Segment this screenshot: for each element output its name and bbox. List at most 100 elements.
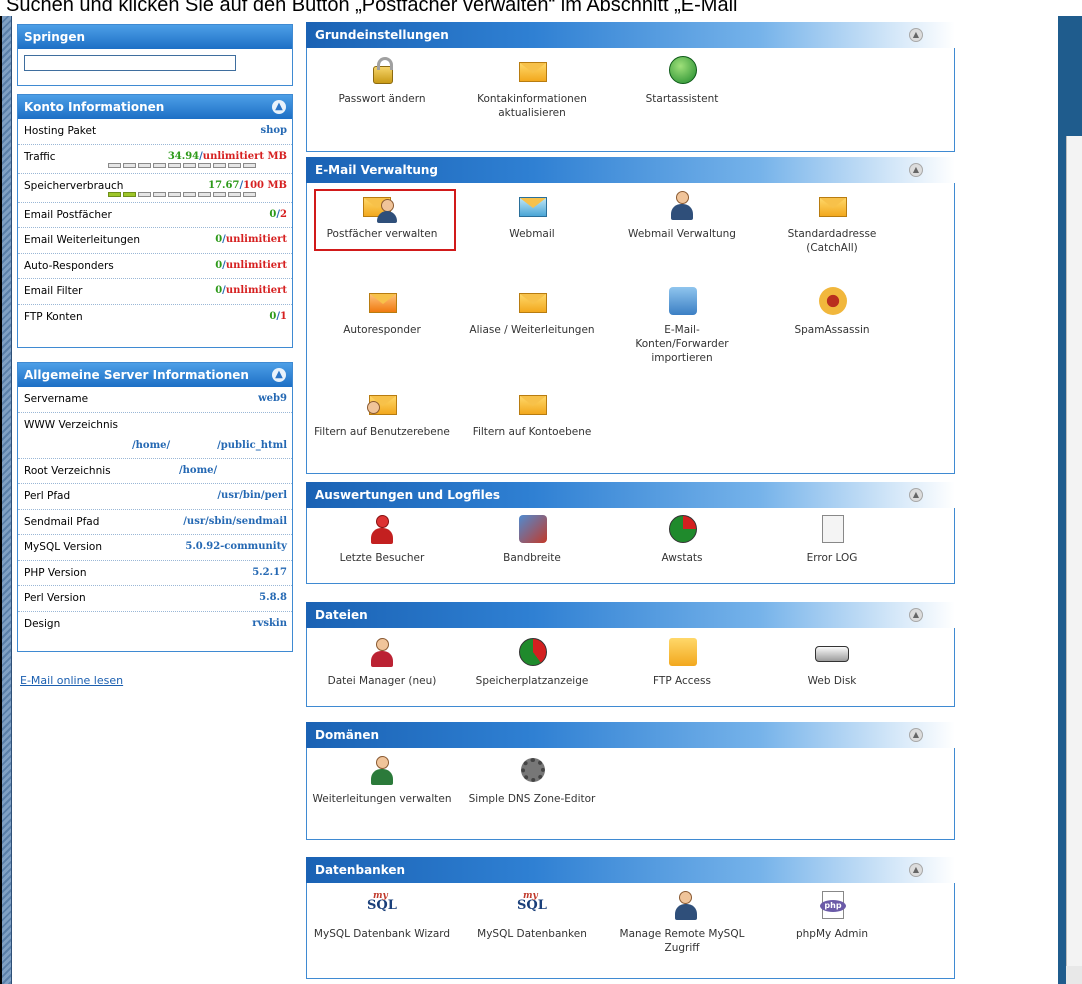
row-value: 0/unlimitiert [215, 259, 287, 271]
web-disk-button[interactable]: Web Disk [761, 636, 903, 688]
row-value: /home/ [179, 464, 218, 476]
scrollbar-end[interactable] [1066, 966, 1082, 984]
simple-dns-zone-editor-button[interactable]: Simple DNS Zone-Editor [461, 754, 603, 806]
collapse-up-icon[interactable]: ▲ [272, 368, 286, 382]
disk-drive-icon [813, 636, 851, 670]
ftp-access-button[interactable]: FTP Access [611, 636, 753, 688]
autoresponder-button[interactable]: Autoresponder [311, 285, 453, 337]
collapse-up-icon[interactable]: ▲ [272, 100, 286, 114]
panel-body: Letzte Besucher Bandbreite Awstats Error… [306, 508, 955, 584]
row-label: Design [24, 617, 61, 630]
server-row-php: PHP Version 5.2.17 [18, 561, 292, 586]
panel-header[interactable]: E-Mail Verwaltung ▲ [306, 157, 955, 183]
collapse-up-icon[interactable]: ▲ [909, 728, 923, 742]
visitor-icon [363, 513, 401, 547]
speicherplatzanzeige-button[interactable]: Speicherplatzanzeige [461, 636, 603, 688]
awstats-button[interactable]: Awstats [611, 513, 753, 565]
warning-page-icon [813, 513, 851, 547]
row-label: PHP Version [24, 566, 87, 579]
collapse-up-icon[interactable]: ▲ [909, 863, 923, 877]
server-informationen-header[interactable]: Allgemeine Server Informationen ▲ [18, 363, 292, 387]
row-value: rvskin [252, 617, 287, 629]
springen-input[interactable] [24, 55, 236, 71]
kontakinformationen-button[interactable]: Kontakinformationen aktualisieren [461, 54, 603, 120]
email-online-lesen-link[interactable]: E-Mail online lesen [20, 674, 123, 687]
row-label: Email Weiterleitungen [24, 234, 141, 246]
manage-remote-mysql-button[interactable]: Manage Remote MySQL Zugriff [611, 889, 753, 955]
spamassassin-button[interactable]: SpamAssassin [761, 285, 903, 337]
mysql-wizard-icon: my SQL [367, 891, 397, 913]
row-label: Traffic [24, 150, 56, 163]
row-label: Email Filter [24, 285, 83, 297]
konto-row-traffic: Traffic 34.94/unlimitiert MB [18, 145, 292, 174]
panel-header[interactable]: Dateien ▲ [306, 602, 955, 628]
instruction-caption: Suchen und klicken Sie auf den Button „P… [6, 0, 738, 16]
panel-grundeinstellungen: Grundeinstellungen ▲ Passwort ändern Kont… [306, 22, 955, 152]
panel-header[interactable]: Domänen ▲ [306, 722, 955, 748]
konto-row-speicher: Speicherverbrauch 17.67/100 MB [18, 174, 292, 203]
row-value-home: /home/ [132, 439, 171, 451]
traffic-usage-bar [108, 162, 256, 168]
panel-title: Domänen [315, 728, 380, 742]
datei-manager-button[interactable]: Datei Manager (neu) [311, 636, 453, 688]
server-row-perl-version: Perl Version 5.8.8 [18, 586, 292, 612]
arrow-circle-icon [663, 54, 701, 88]
mysql-datenbank-wizard-button[interactable]: my SQL MySQL Datenbank Wizard [311, 889, 453, 941]
konto-informationen-header[interactable]: Konto Informationen ▲ [18, 95, 292, 119]
webmail-verwaltung-button[interactable]: Webmail Verwaltung [611, 189, 753, 241]
spamassassin-icon [813, 285, 851, 319]
panel-domaenen: Domänen ▲ Weiterleitungen verwalten Simpl… [306, 722, 955, 840]
email-konten-importieren-button[interactable]: E-Mail-Konten/Forwarder importieren [611, 285, 753, 365]
phpmyadmin-button[interactable]: php phpMy Admin [761, 889, 903, 941]
filtern-benutzerebene-button[interactable]: Filtern auf Benutzerebene [311, 387, 453, 439]
user-filter-icon [363, 387, 401, 421]
weiterleitungen-verwalten-button[interactable]: Weiterleitungen verwalten [311, 754, 453, 806]
row-value: 5.8.8 [259, 592, 287, 603]
panel-header[interactable]: Auswertungen und Logfiles ▲ [306, 482, 955, 508]
collapse-up-icon[interactable]: ▲ [909, 28, 923, 42]
panel-title: Dateien [315, 608, 368, 622]
error-log-button[interactable]: Error LOG [761, 513, 903, 565]
file-manager-icon [363, 636, 401, 670]
bandbreite-button[interactable]: Bandbreite [461, 513, 603, 565]
panel-body: Weiterleitungen verwalten Simple DNS Zon… [306, 748, 955, 840]
mysql-datenbanken-button[interactable]: my SQL MySQL Datenbanken [461, 889, 603, 941]
ftp-folder-icon [663, 636, 701, 670]
startassistent-button[interactable]: Startassistent [611, 54, 753, 106]
konto-row-ftp: FTP Konten 0/1 [18, 305, 292, 331]
panel-header[interactable]: Datenbanken ▲ [306, 857, 955, 883]
passwort-aendern-button[interactable]: Passwort ändern [311, 54, 453, 106]
collapse-up-icon[interactable]: ▲ [909, 488, 923, 502]
webmail-button[interactable]: Webmail [461, 189, 603, 241]
row-value: /usr/sbin/sendmail [183, 515, 287, 527]
aliase-weiterleitungen-button[interactable]: Aliase / Weiterleitungen [461, 285, 603, 337]
collapse-up-icon[interactable]: ▲ [909, 608, 923, 622]
panel-title: Datenbanken [315, 863, 406, 877]
konto-informationen-title: Konto Informationen [24, 100, 165, 114]
catchall-icon [813, 189, 851, 223]
standardadresse-button[interactable]: Standardadresse (CatchAll) [761, 189, 903, 255]
disk-usage-icon [513, 636, 551, 670]
row-value: /usr/bin/perl [217, 490, 287, 501]
server-row-design: Design rvskin [18, 612, 292, 638]
redirect-icon [363, 754, 401, 788]
server-row-mysql: MySQL Version 5.0.92-community [18, 535, 292, 561]
vertical-scrollbar[interactable] [1066, 136, 1082, 984]
row-label: Root Verzeichnis [24, 464, 111, 477]
konto-row-autoresponders: Auto-Responders 0/unlimitiert [18, 254, 292, 279]
row-label: Hosting Paket [24, 125, 97, 137]
webmail-user-icon [663, 189, 701, 223]
letzte-besucher-button[interactable]: Letzte Besucher [311, 513, 453, 565]
row-value: 0/1 [269, 310, 287, 322]
row-label: Perl Pfad [24, 490, 71, 502]
server-row-perl-pfad: Perl Pfad /usr/bin/perl [18, 484, 292, 510]
row-value: 34.94/unlimitiert MB [167, 150, 287, 162]
collapse-up-icon[interactable]: ▲ [909, 163, 923, 177]
filtern-kontoebene-button[interactable]: Filtern auf Kontoebene [461, 387, 603, 439]
server-row-root: Root Verzeichnis /home/ [18, 459, 292, 484]
row-label: Email Postfächer [24, 208, 112, 221]
gear-icon [513, 754, 551, 788]
panel-header[interactable]: Grundeinstellungen ▲ [306, 22, 955, 48]
webmail-icon [513, 189, 551, 223]
autoresponder-icon [363, 285, 401, 319]
